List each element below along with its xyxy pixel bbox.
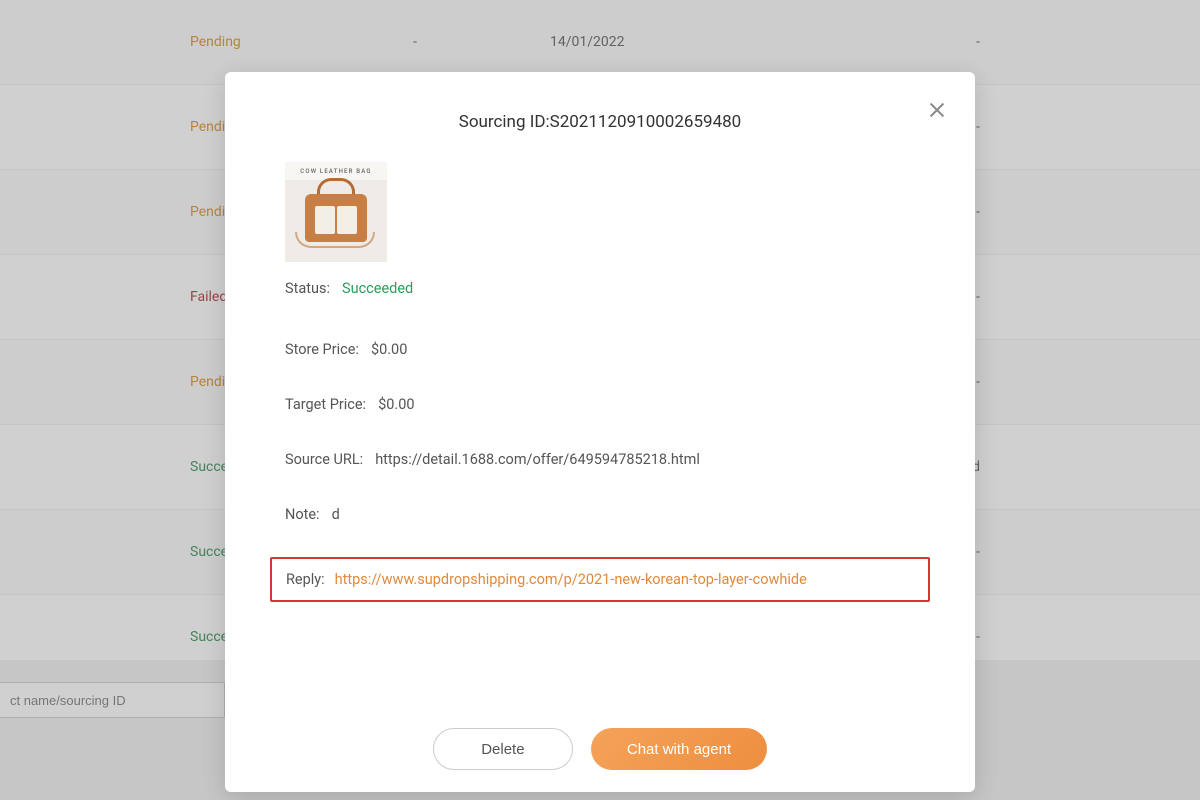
chat-with-agent-button[interactable]: Chat with agent [591,728,767,770]
source-url-field: Source URL: https://detail.1688.com/offe… [285,451,915,468]
reply-field-highlight: Reply: https://www.supdropshipping.com/p… [270,557,930,602]
delete-button[interactable]: Delete [433,728,573,770]
thumbnail-label: COW LEATHER BAG [285,168,387,175]
reply-label: Reply: [286,571,325,588]
close-button[interactable] [923,96,951,124]
note-value: d [332,506,340,523]
source-url-label: Source URL: [285,451,363,468]
modal-title: Sourcing ID:S2021120910002659480 [225,72,975,132]
target-price-label: Target Price: [285,396,366,413]
modal-footer: Delete Chat with agent [225,728,975,770]
sourcing-detail-modal: Sourcing ID:S2021120910002659480 COW LEA… [225,72,975,792]
status-field: Status: Succeeded [285,280,915,297]
store-price-value: $0.00 [371,341,407,358]
store-price-label: Store Price: [285,341,359,358]
note-label: Note: [285,506,320,523]
bag-icon [295,232,375,248]
status-label: Status: [285,280,330,297]
reply-link[interactable]: https://www.supdropshipping.com/p/2021-n… [335,571,807,588]
close-icon [926,99,948,121]
note-field: Note: d [285,506,915,523]
target-price-field: Target Price: $0.00 [285,396,915,413]
store-price-field: Store Price: $0.00 [285,341,915,358]
status-value: Succeeded [342,280,413,297]
source-url-value: https://detail.1688.com/offer/6495947852… [375,451,700,468]
target-price-value: $0.00 [378,396,414,413]
product-thumbnail[interactable]: COW LEATHER BAG [285,162,387,262]
modal-body: COW LEATHER BAG Status: Succeeded Store … [225,132,975,602]
